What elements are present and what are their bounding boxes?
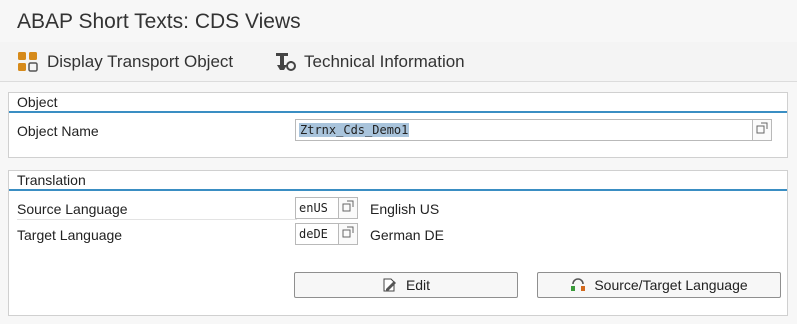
transport-object-icon xyxy=(17,51,39,73)
target-language-code: deDE xyxy=(299,227,328,241)
object-name-row: Object Name Ztrnx_Cds_Demo1 xyxy=(9,119,787,143)
object-name-value-help-button[interactable] xyxy=(752,119,772,141)
source-language-description: English US xyxy=(370,201,440,217)
target-language-field[interactable]: deDE xyxy=(295,223,339,245)
target-language-value-help-button[interactable] xyxy=(338,223,358,245)
row-divider xyxy=(17,219,297,220)
edit-button[interactable]: Edit xyxy=(294,272,518,298)
application-toolbar: Display Transport Object Technical Infor… xyxy=(0,42,797,82)
edit-icon xyxy=(382,277,398,293)
translation-section-header: Translation xyxy=(9,171,787,191)
value-help-icon xyxy=(756,121,768,139)
technical-information-label: Technical Information xyxy=(304,52,465,71)
display-transport-object-button[interactable]: Display Transport Object xyxy=(17,48,233,76)
source-language-value-help-button[interactable] xyxy=(338,197,358,219)
object-section-header: Object xyxy=(9,93,787,113)
source-target-language-button[interactable]: Source/Target Language xyxy=(537,272,781,298)
value-help-icon xyxy=(342,199,354,217)
object-name-value: Ztrnx_Cds_Demo1 xyxy=(299,123,410,137)
translation-section: Translation Source Language enUS English… xyxy=(8,170,788,316)
object-section: Object Object Name Ztrnx_Cds_Demo1 xyxy=(8,92,788,158)
source-language-row: Source Language enUS English US xyxy=(9,197,787,221)
language-swap-icon xyxy=(570,277,586,293)
display-transport-object-label: Display Transport Object xyxy=(47,52,234,71)
target-language-row: Target Language deDE German DE xyxy=(9,223,787,247)
target-language-description: German DE xyxy=(370,227,444,243)
value-help-icon xyxy=(342,225,354,243)
target-language-label: Target Language xyxy=(17,227,123,243)
source-language-label: Source Language xyxy=(17,201,128,217)
source-language-code: enUS xyxy=(299,201,328,215)
source-language-field[interactable]: enUS xyxy=(295,197,339,219)
object-name-label: Object Name xyxy=(17,123,99,139)
object-name-field[interactable]: Ztrnx_Cds_Demo1 xyxy=(295,119,753,141)
technical-information-button[interactable]: Technical Information xyxy=(274,48,465,76)
edit-button-label: Edit xyxy=(405,277,431,293)
source-target-language-label: Source/Target Language xyxy=(594,277,748,293)
title-bar: ABAP Short Texts: CDS Views xyxy=(0,0,797,42)
page-title: ABAP Short Texts: CDS Views xyxy=(17,10,301,33)
technical-info-icon xyxy=(274,51,296,73)
